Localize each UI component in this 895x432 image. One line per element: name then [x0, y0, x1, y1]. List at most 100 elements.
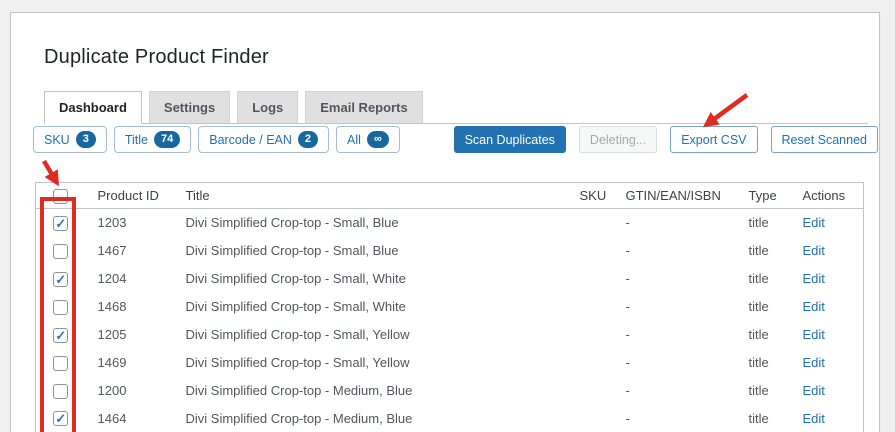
- gtin-cell: -: [625, 215, 630, 231]
- table-row: 1200 Divi Simplified Crop-top - Medium, B…: [36, 377, 864, 405]
- actions-cell: Edit: [791, 377, 864, 405]
- actions-cell: Edit: [791, 349, 864, 377]
- edit-link[interactable]: Edit: [803, 411, 825, 426]
- row-checkbox-cell: [36, 321, 86, 349]
- actions-cell: Edit: [791, 265, 864, 293]
- edit-link[interactable]: Edit: [803, 215, 825, 230]
- table-row: 1468 Divi Simplified Crop-top - Small, Wh…: [36, 293, 864, 321]
- type-cell: title: [748, 243, 769, 258]
- tab-settings[interactable]: Settings: [148, 91, 231, 123]
- sku-cell: [568, 321, 614, 349]
- product-id-cell: 1467: [97, 243, 127, 258]
- scan-duplicates-button[interactable]: Scan Duplicates: [453, 126, 566, 153]
- edit-link[interactable]: Edit: [803, 327, 825, 342]
- gtin-cell: -: [625, 383, 630, 398]
- edit-link[interactable]: Edit: [803, 299, 825, 314]
- product-id-cell: 1205: [97, 327, 127, 342]
- row-checkbox[interactable]: [53, 215, 69, 231]
- product-id-cell: 1468: [97, 299, 127, 314]
- row-checkbox-cell: [36, 349, 86, 377]
- edit-link[interactable]: Edit: [803, 383, 825, 398]
- actions-cell: Edit: [791, 321, 864, 349]
- actions-cell: Edit: [791, 237, 864, 265]
- deleting-button[interactable]: Deleting...: [578, 126, 658, 153]
- filter-sku-count-badge: 3: [75, 131, 96, 148]
- row-checkbox[interactable]: [53, 355, 69, 371]
- sku-cell: [568, 209, 614, 237]
- table-row: 1469 Divi Simplified Crop-top - Small, Ye…: [36, 349, 864, 377]
- tab-dashboard[interactable]: Dashboard: [44, 91, 142, 124]
- filter-all-label: All: [347, 132, 361, 147]
- filter-sku-button[interactable]: SKU 3: [33, 126, 107, 153]
- filter-button-group: SKU 3 Title 74 Barcode / EAN 2 All ∞: [33, 126, 400, 153]
- filter-title-count-badge: 74: [153, 131, 181, 148]
- row-checkbox[interactable]: [53, 327, 69, 343]
- filter-all-infinity-badge: ∞: [366, 131, 389, 148]
- sku-cell: [568, 377, 614, 405]
- title-cell: Divi Simplified Crop-top - Small, White: [185, 299, 406, 314]
- title-cell: Divi Simplified Crop-top - Small, Blue: [185, 215, 399, 231]
- title-cell: Divi Simplified Crop-top - Small, Blue: [185, 243, 399, 258]
- gtin-cell: -: [625, 271, 630, 286]
- title-cell: Divi Simplified Crop-top - Medium, Blue: [185, 410, 413, 426]
- title-cell: Divi Simplified Crop-top - Medium, Blue: [185, 383, 413, 398]
- row-checkbox[interactable]: [53, 299, 69, 315]
- column-header-type: Type: [736, 182, 791, 209]
- row-checkbox-cell: [36, 265, 86, 293]
- title-cell: Divi Simplified Crop-top - Small, Yellow: [185, 327, 410, 342]
- export-csv-button[interactable]: Export CSV: [670, 126, 758, 153]
- sku-cell: [568, 237, 614, 265]
- gtin-cell: -: [625, 410, 630, 426]
- row-checkbox-cell: [36, 293, 86, 321]
- table-body: 1203 Divi Simplified Crop-top - Small, Bl…: [36, 209, 864, 432]
- reset-scanned-button[interactable]: Reset Scanned: [770, 126, 878, 153]
- duplicates-table: Product ID Title SKU GTIN/EAN/ISBN Type …: [35, 182, 864, 432]
- product-id-cell: 1203: [97, 215, 127, 231]
- type-cell: title: [748, 410, 769, 426]
- column-header-title: Title: [173, 182, 568, 209]
- row-checkbox[interactable]: [53, 243, 69, 259]
- product-id-cell: 1204: [97, 271, 127, 286]
- tab-email-reports[interactable]: Email Reports: [305, 91, 423, 123]
- gtin-cell: -: [625, 243, 630, 258]
- type-cell: title: [748, 327, 769, 342]
- tab-logs[interactable]: Logs: [237, 91, 299, 123]
- product-id-cell: 1464: [97, 410, 127, 426]
- table-row: 1464 Divi Simplified Crop-top - Medium, B…: [36, 405, 864, 432]
- edit-link[interactable]: Edit: [803, 355, 825, 370]
- row-checkbox[interactable]: [53, 383, 69, 399]
- actions-cell: Edit: [791, 209, 864, 237]
- row-checkbox-cell: [36, 209, 86, 237]
- title-cell: Divi Simplified Crop-top - Small, Yellow: [185, 355, 410, 370]
- filter-barcode-count-badge: 2: [297, 131, 319, 148]
- row-checkbox-cell: [36, 237, 86, 265]
- edit-link[interactable]: Edit: [803, 271, 825, 286]
- table-header-row: Product ID Title SKU GTIN/EAN/ISBN Type …: [35, 182, 864, 209]
- select-all-checkbox[interactable]: [53, 188, 69, 204]
- row-checkbox-cell: [36, 377, 86, 405]
- sku-cell: [568, 265, 614, 293]
- edit-link[interactable]: Edit: [803, 243, 825, 258]
- sku-cell: [568, 349, 614, 377]
- sku-cell: [568, 293, 614, 321]
- table-row: 1205 Divi Simplified Crop-top - Small, Ye…: [36, 321, 864, 349]
- table-row: 1204 Divi Simplified Crop-top - Small, Wh…: [36, 265, 864, 293]
- type-cell: title: [748, 271, 769, 286]
- row-checkbox[interactable]: [53, 271, 69, 287]
- filter-barcode-button[interactable]: Barcode / EAN 2: [198, 126, 330, 153]
- column-header-product-id: Product ID: [85, 182, 174, 209]
- type-cell: title: [748, 215, 769, 231]
- filter-title-button[interactable]: Title 74: [113, 126, 192, 153]
- row-checkbox[interactable]: [53, 411, 69, 427]
- product-id-cell: 1469: [97, 355, 127, 370]
- product-id-cell: 1200: [97, 383, 127, 398]
- filter-all-button[interactable]: All ∞: [336, 126, 400, 153]
- page-title: Duplicate Product Finder: [44, 46, 269, 68]
- type-cell: title: [748, 355, 769, 370]
- filter-sku-label: SKU: [44, 132, 70, 147]
- action-button-group: Scan Duplicates Deleting... Export CSV R…: [453, 126, 878, 153]
- title-cell: Divi Simplified Crop-top - Small, White: [185, 271, 406, 286]
- type-cell: title: [748, 299, 769, 314]
- column-header-actions: Actions: [790, 182, 864, 209]
- table-row: 1203 Divi Simplified Crop-top - Small, Bl…: [36, 209, 864, 237]
